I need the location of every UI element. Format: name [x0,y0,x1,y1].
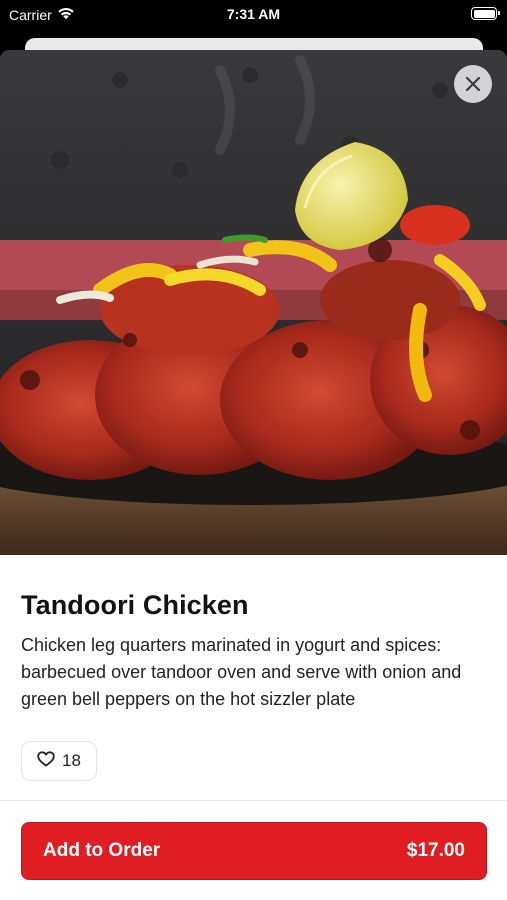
heart-icon [37,750,55,772]
order-price: $17.00 [406,840,465,861]
battery-icon [471,7,500,20]
dish-title: Tandoori Chicken [21,590,249,620]
close-icon [465,76,481,92]
add-to-order-button[interactable]: Add to Order $17.00 [21,822,487,880]
status-bar: Carrier 7:31 AM [0,0,507,30]
order-bar: Add to Order $17.00 [0,800,507,900]
status-time: 7:31 AM [226,6,281,22]
add-to-order-label: Add to Order [43,840,161,861]
screen: Carrier 7:31 AM Tandoori Chicken Chicken… [0,0,507,900]
item-detail-modal: Tandoori Chicken Chicken leg quarters ma… [0,50,507,900]
dish-description: Chicken leg quarters marinated in yogurt… [21,635,462,709]
like-count: 18 [62,751,81,770]
like-button[interactable]: 18 [21,741,97,781]
dish-photo [0,50,507,555]
close-button[interactable] [454,65,492,103]
dish-details: Tandoori Chicken Chicken leg quarters ma… [0,590,507,781]
